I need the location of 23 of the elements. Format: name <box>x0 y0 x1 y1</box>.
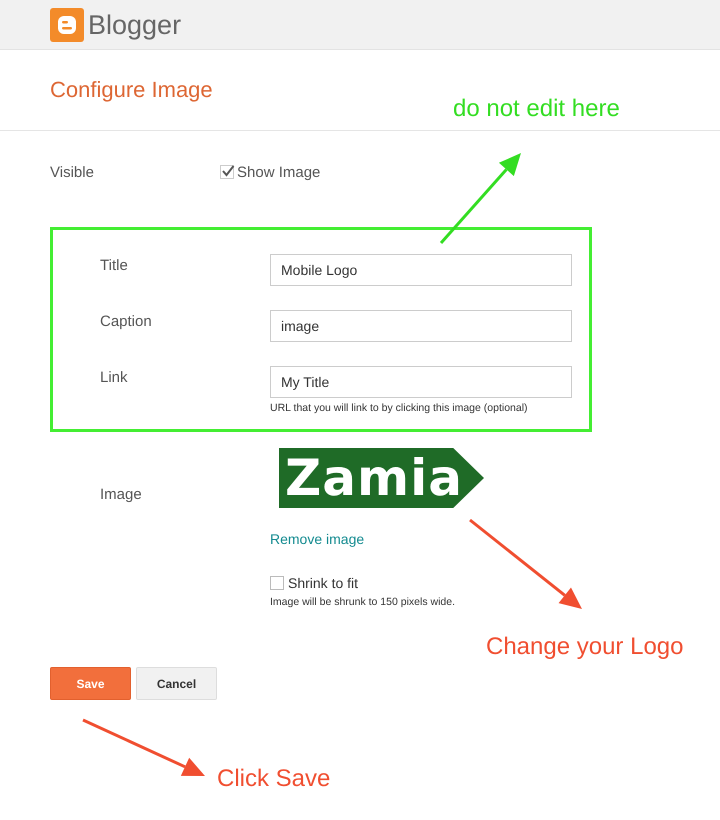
checkbox[interactable] <box>220 165 234 179</box>
annotation-text: Click Save <box>217 765 330 793</box>
checkbox[interactable] <box>270 576 284 590</box>
field-label: Link <box>100 368 129 386</box>
field-label: Image <box>100 486 143 505</box>
annotation-text: Change your Logo <box>486 633 684 661</box>
checkbox-label: Show Image <box>237 164 320 180</box>
text-field[interactable]: My Title <box>270 366 572 398</box>
page-title: Configure Image <box>50 77 213 103</box>
logo-image: Zamia <box>279 448 484 508</box>
field-label: Title <box>100 256 129 274</box>
annotation-text: do not edit here <box>453 95 620 123</box>
text-field[interactable]: Mobile Logo <box>270 254 572 286</box>
checkbox-label: Shrink to fit <box>288 575 358 591</box>
field-label: Caption <box>100 312 153 330</box>
field-label: Visible <box>50 164 95 180</box>
text-field[interactable]: image <box>270 310 572 342</box>
cancel-button[interactable]: Cancel <box>136 667 217 700</box>
help-text: Image will be shrunk to 150 pixels wide. <box>270 596 456 608</box>
remove-image-link[interactable]: Remove image <box>270 531 364 547</box>
brand-name: Blogger <box>88 10 182 40</box>
logo-icon <box>50 8 84 42</box>
field-hint: URL that you will link to by clicking this image (optional) <box>270 402 529 414</box>
